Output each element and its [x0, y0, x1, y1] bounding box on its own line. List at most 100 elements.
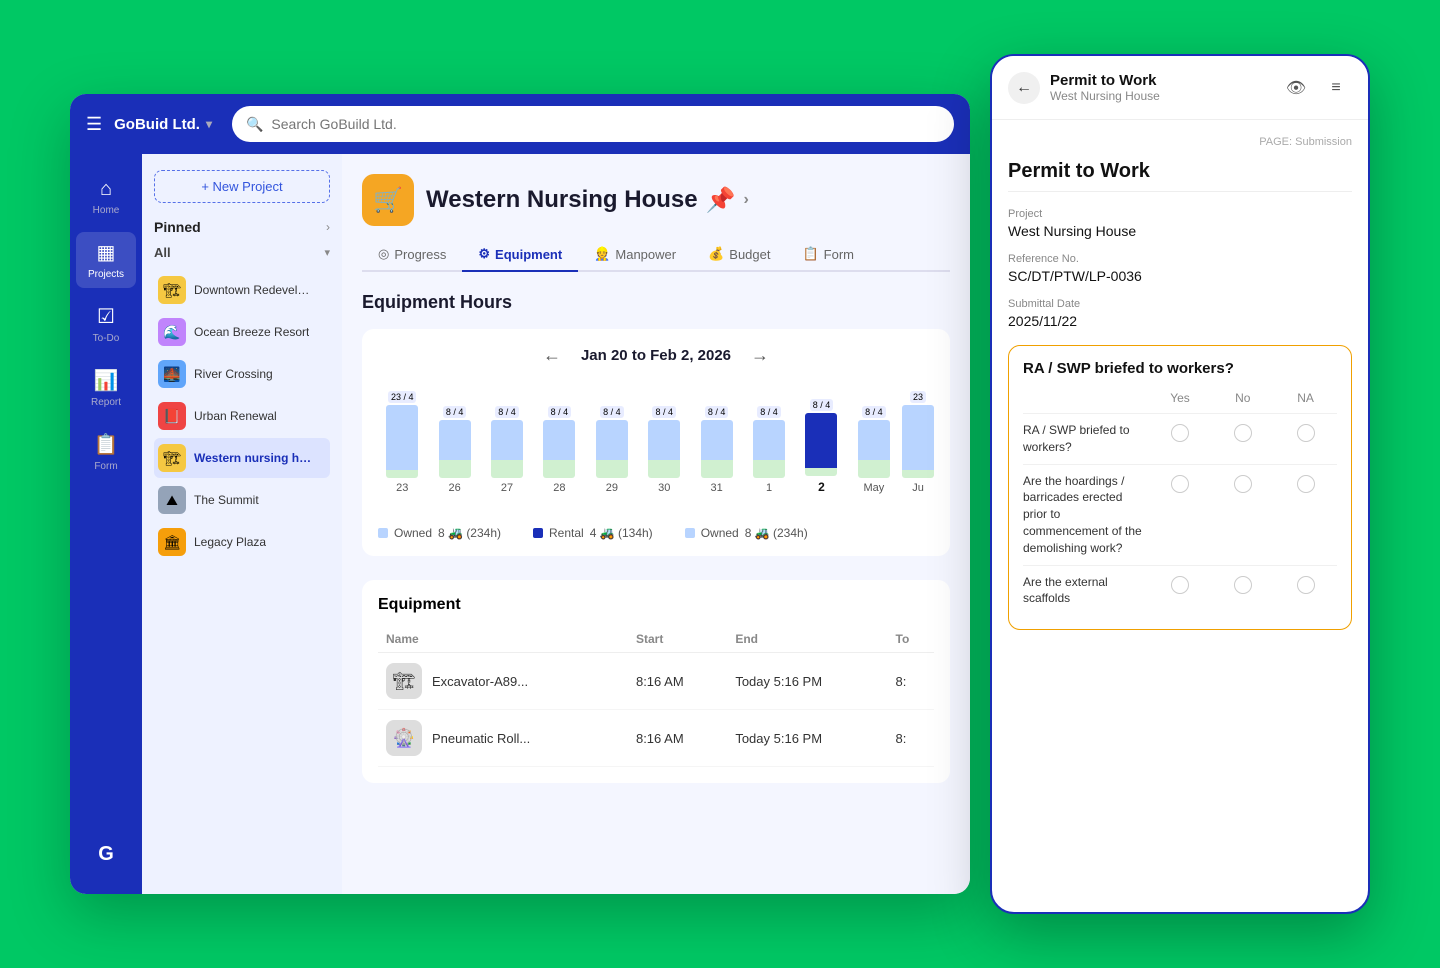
project-item-urban[interactable]: 📕 Urban Renewal: [154, 396, 330, 436]
radio-yes-external[interactable]: [1149, 574, 1212, 594]
bar-label-may: 8 / 4: [862, 406, 886, 418]
bar-label-2: 8 / 4: [810, 399, 834, 411]
bar-group-1: 8 / 4 1: [745, 406, 793, 494]
bar-date-31: 31: [711, 482, 723, 494]
chart-next-arrow[interactable]: →: [751, 345, 769, 366]
tab-equipment[interactable]: ⚙ Equipment: [462, 238, 578, 272]
bar-label-26: 8 / 4: [443, 406, 467, 418]
table-row[interactable]: 🏗 Excavator-A89... 8:16 AM Today 5:16 PM…: [378, 653, 934, 710]
radio-na-ra-swp[interactable]: [1274, 422, 1337, 442]
bar-segment-owned-26: [439, 420, 471, 460]
equipment-table-title: Equipment: [378, 596, 934, 614]
project-item-legacy[interactable]: 🏛 Legacy Plaza: [154, 522, 330, 562]
pinned-arrow-icon[interactable]: ›: [326, 220, 330, 234]
bar-segment-bottom-1: [753, 460, 785, 478]
brand-name[interactable]: GoBuid Ltd. ▾: [114, 116, 212, 133]
bar-segment-owned-23: [386, 405, 418, 470]
radio-circle-na-hoardings[interactable]: [1297, 475, 1315, 493]
report-icon: 📊: [94, 368, 119, 393]
all-filter-label: All: [154, 245, 171, 260]
tab-form[interactable]: 📋 Form: [786, 238, 870, 272]
permit-window: ← Permit to Work West Nursing House 👁 ≡ …: [990, 54, 1370, 914]
radio-header-spacer: [1023, 391, 1149, 405]
sidebar-item-todo[interactable]: ☑ To-Do: [76, 296, 136, 352]
sidebar-item-report[interactable]: 📊 Report: [76, 360, 136, 416]
radio-circle-no-hoardings[interactable]: [1234, 475, 1252, 493]
col-end: End: [727, 626, 887, 653]
radio-circle-yes-ra-swp[interactable]: [1171, 424, 1189, 442]
project-item-western[interactable]: 🏗 Western nursing ho...: [154, 438, 330, 478]
tab-budget[interactable]: 💰 Budget: [692, 238, 786, 272]
tab-progress-label: Progress: [394, 247, 446, 262]
brand-dropdown-icon[interactable]: ▾: [206, 117, 212, 131]
pinned-label: Pinned: [154, 219, 201, 235]
legend-owned2-dot: [685, 528, 695, 538]
manpower-tab-icon: 👷: [594, 246, 610, 262]
radio-circle-yes-hoardings[interactable]: [1171, 475, 1189, 493]
legend-owned2-count: 8 🚜 (234h): [745, 526, 808, 540]
search-bar[interactable]: 🔍: [232, 106, 954, 142]
project-icon-urban: 📕: [158, 402, 186, 430]
tab-progress[interactable]: ◎ Progress: [362, 238, 462, 272]
permit-project-value: West Nursing House: [1008, 223, 1352, 239]
permit-reference-label: Reference No.: [1008, 253, 1352, 265]
radio-no-hoardings[interactable]: [1211, 473, 1274, 493]
legend-rental: Rental 4 🚜 (134h): [533, 526, 653, 540]
project-name-western: Western nursing ho...: [194, 451, 314, 465]
bar-date-jun: Ju: [912, 482, 924, 494]
sidebar-item-projects[interactable]: ▦ Projects: [76, 232, 136, 288]
project-item-downtown[interactable]: 🏗 Downtown Redevelo...: [154, 270, 330, 310]
sidebar-item-form[interactable]: 📋 Form: [76, 424, 136, 480]
radio-na-external[interactable]: [1274, 574, 1337, 594]
permit-field-submittal: Submittal Date 2025/11/22: [1008, 298, 1352, 329]
bar-group-31: 8 / 4 31: [692, 406, 740, 494]
all-filter-chevron-icon[interactable]: ▾: [324, 246, 330, 259]
project-item-river[interactable]: 🌉 River Crossing: [154, 354, 330, 394]
permit-back-button[interactable]: ←: [1008, 72, 1040, 104]
permit-question-title: RA / SWP briefed to workers?: [1023, 360, 1337, 377]
radio-na-hoardings[interactable]: [1274, 473, 1337, 493]
radio-circle-no-external[interactable]: [1234, 576, 1252, 594]
topbar: ☰ GoBuid Ltd. ▾ 🔍: [70, 94, 970, 154]
project-title-chevron-icon[interactable]: ›: [744, 191, 749, 209]
bar-group-23: 23 / 4 23: [378, 391, 426, 494]
bar-group-27: 8 / 4 27: [483, 406, 531, 494]
tab-manpower[interactable]: 👷 Manpower: [578, 238, 692, 272]
radio-circle-yes-external[interactable]: [1171, 576, 1189, 594]
radio-yes-hoardings[interactable]: [1149, 473, 1212, 493]
hamburger-menu-icon[interactable]: ☰: [86, 114, 102, 135]
bar-segment-owned-29: [596, 420, 628, 460]
bar-label-28: 8 / 4: [548, 406, 572, 418]
excavator-end: Today 5:16 PM: [727, 653, 887, 710]
permit-reference-value: SC/DT/PTW/LP-0036: [1008, 268, 1352, 284]
bar-group-29: 8 / 4 29: [588, 406, 636, 494]
bar-segment-bottom-2: [805, 468, 837, 476]
radio-circle-na-ra-swp[interactable]: [1297, 424, 1315, 442]
bar-label-jun: 23: [910, 391, 926, 403]
table-row[interactable]: 🎡 Pneumatic Roll... 8:16 AM Today 5:16 P…: [378, 710, 934, 767]
sidebar-item-home[interactable]: ⌂ Home: [76, 170, 136, 224]
permit-menu-button[interactable]: ≡: [1320, 72, 1352, 104]
chart-prev-arrow[interactable]: ←: [543, 345, 561, 366]
bar-segment-bottom-29: [596, 460, 628, 478]
bar-segment-owned-30: [648, 420, 680, 460]
permit-eye-button[interactable]: 👁: [1280, 72, 1312, 104]
project-name-legacy: Legacy Plaza: [194, 535, 266, 549]
sidebar: ⌂ Home ▦ Projects ☑ To-Do 📊 Report 📋: [70, 154, 142, 894]
project-title-pin-icon: 📌: [706, 186, 736, 215]
radio-yes-ra-swp[interactable]: [1149, 422, 1212, 442]
new-project-button[interactable]: + New Project: [154, 170, 330, 203]
project-tabs: ◎ Progress ⚙ Equipment 👷 Manpower 💰 Budg…: [362, 238, 950, 272]
radio-no-ra-swp[interactable]: [1211, 422, 1274, 442]
equip-row-pneumatic: 🎡 Pneumatic Roll...: [386, 720, 620, 756]
project-item-summit[interactable]: ⛰ The Summit: [154, 480, 330, 520]
search-input[interactable]: [271, 116, 940, 132]
pneumatic-to: 8:: [888, 710, 934, 767]
radio-circle-na-external[interactable]: [1297, 576, 1315, 594]
project-icon-river: 🌉: [158, 360, 186, 388]
permit-subtitle: West Nursing House: [1050, 89, 1270, 103]
radio-circle-no-ra-swp[interactable]: [1234, 424, 1252, 442]
project-item-ocean[interactable]: 🌊 Ocean Breeze Resort: [154, 312, 330, 352]
radio-no-external[interactable]: [1211, 574, 1274, 594]
permit-submittal-label: Submittal Date: [1008, 298, 1352, 310]
